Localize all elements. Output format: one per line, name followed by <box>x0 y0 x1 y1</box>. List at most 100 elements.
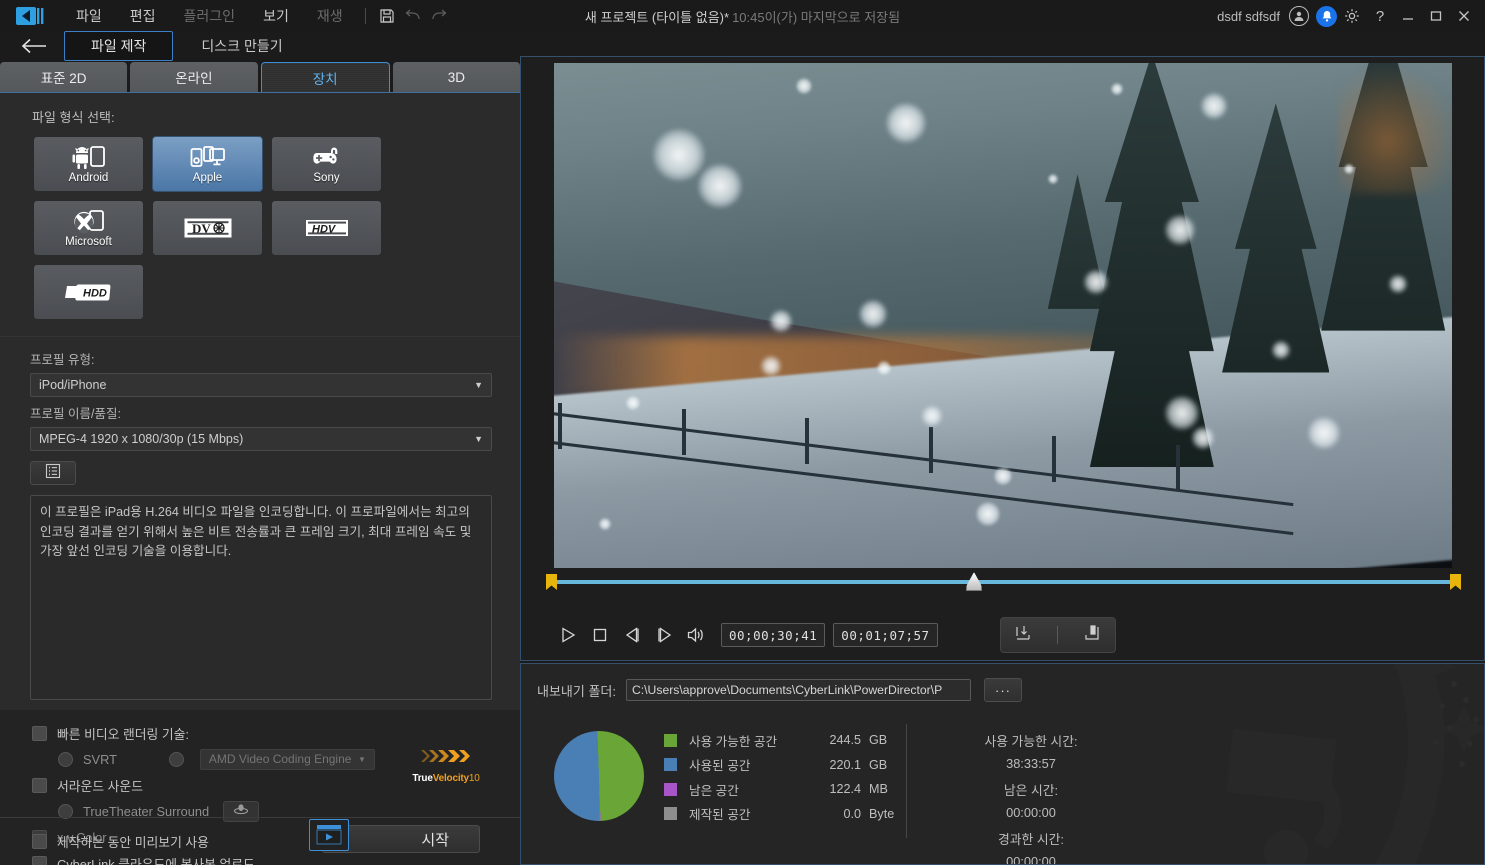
format-button-hdv[interactable]: HDV <box>271 200 382 256</box>
play-icon[interactable] <box>553 620 583 650</box>
stats-divider <box>906 724 907 838</box>
legend-row-remaining: 남은 공간 122.4 MB <box>664 777 894 802</box>
close-button[interactable] <box>1451 3 1477 29</box>
redo-icon[interactable] <box>426 5 452 27</box>
menu-item-file[interactable]: 파일 <box>62 2 116 30</box>
create-disc-link[interactable]: 디스크 만들기 <box>201 36 282 56</box>
user-name: dsdf sdfsdf <box>1217 8 1280 24</box>
next-frame-icon[interactable] <box>649 620 679 650</box>
fast-render-checkbox[interactable] <box>32 725 47 741</box>
volume-icon[interactable] <box>681 620 711 650</box>
format-button-sony[interactable]: Sony <box>271 136 382 192</box>
browse-folder-button[interactable]: ··· <box>983 678 1022 702</box>
legend-swatch-remaining <box>664 782 677 796</box>
format-button-android[interactable]: Android <box>33 136 144 192</box>
menu-item-edit[interactable]: 편집 <box>116 2 170 30</box>
export-folder-input[interactable]: C:\Users\approve\Documents\CyberLink\Pow… <box>625 679 971 701</box>
timeline-scrubber[interactable] <box>546 571 1461 593</box>
preview-pane: 00;00;30;41 00;01;07;57 <box>520 56 1485 661</box>
truevelocity-text: TrueVelocity10 <box>408 773 484 784</box>
truevelocity-num: 10 <box>468 773 480 784</box>
svg-text:DV: DV <box>192 221 211 236</box>
legend-swatch-free <box>664 733 677 747</box>
tab-standard-2d[interactable]: 표준 2D <box>0 62 128 92</box>
gamepad-icon <box>308 145 346 171</box>
profile-section: 프로필 유형: iPod/iPhone ▼ 프로필 이름/품질: MPEG-4 … <box>0 336 520 710</box>
chevron-down-icon: ▼ <box>474 380 483 390</box>
stop-icon[interactable] <box>585 620 615 650</box>
start-button[interactable]: 시작 <box>309 819 480 853</box>
legend-swatch-used <box>664 758 677 772</box>
menu-bar: 파일 편집 플러그인 보기 재생 <box>62 2 452 30</box>
tab-online[interactable]: 온라인 <box>130 62 258 92</box>
scrub-track[interactable] <box>554 580 1452 584</box>
produce-file-button[interactable]: 파일 제작 <box>64 31 174 61</box>
mark-in-handle[interactable] <box>546 574 557 590</box>
surround-checkbox[interactable] <box>32 777 47 793</box>
profile-detail-button[interactable] <box>30 461 76 485</box>
preview-during-checkbox[interactable] <box>32 834 47 849</box>
chevron-down-icon: ▼ <box>357 754 366 764</box>
titlebar-right-group: dsdf sdfsdf ? <box>1217 0 1477 32</box>
menu-divider <box>364 8 366 24</box>
app-logo-icon <box>16 5 46 27</box>
format-button-dv[interactable]: DV <box>152 200 263 256</box>
apple-device-icon <box>190 145 226 171</box>
start-button-label: 시작 <box>421 831 449 849</box>
truevelocity-logo: TrueVelocity10 <box>408 748 484 784</box>
mark-in-icon[interactable] <box>1013 623 1033 648</box>
video-preview[interactable] <box>554 63 1452 568</box>
format-heading: 파일 형식 선택: <box>32 110 115 125</box>
legend-value-produced: 0.0 <box>843 806 861 821</box>
account-icon[interactable] <box>1289 6 1309 26</box>
legend-value-free: 244.5 <box>829 733 861 748</box>
profile-name-select[interactable]: MPEG-4 1920 x 1080/30p (15 Mbps) ▼ <box>30 427 492 451</box>
decorative-watermark <box>1214 664 1484 864</box>
menu-item-view[interactable]: 보기 <box>249 2 303 30</box>
current-timecode[interactable]: 00;00;30;41 <box>721 623 826 647</box>
menu-item-plugin[interactable]: 플러그인 <box>170 2 250 30</box>
xbox-icon <box>72 209 106 235</box>
tab-3d[interactable]: 3D <box>392 62 520 92</box>
help-icon[interactable]: ? <box>1367 3 1393 29</box>
preview-during-row[interactable]: 제작하는 동안 미리보기 사용 <box>0 829 209 855</box>
undo-icon[interactable] <box>400 5 426 27</box>
legend-name-remaining: 남은 공간 <box>689 783 739 798</box>
back-arrow-icon[interactable] <box>12 32 56 60</box>
mark-out-icon[interactable] <box>1082 623 1102 648</box>
hwencoder-radio[interactable] <box>168 751 184 767</box>
save-icon[interactable] <box>374 5 400 27</box>
format-button-microsoft[interactable]: Microsoft <box>33 200 144 256</box>
fast-render-label: 빠른 비디오 랜더링 기술: <box>57 726 189 742</box>
minimize-button[interactable] <box>1395 3 1421 29</box>
format-label-microsoft: Microsoft <box>65 235 112 248</box>
fast-render-row[interactable]: 빠른 비디오 랜더링 기술: <box>0 720 520 746</box>
project-title-name: 새 프로젝트 (타이틀 없음)* <box>584 9 730 25</box>
tab-device[interactable]: 장치 <box>260 62 390 92</box>
svrt-label: SVRT <box>83 751 117 767</box>
notification-bell-icon[interactable] <box>1316 5 1337 27</box>
preview-during-label: 제작하는 동안 미리보기 사용 <box>57 835 209 850</box>
prev-frame-icon[interactable] <box>617 620 647 650</box>
hdd-icon: HDD <box>63 279 115 305</box>
profile-type-select[interactable]: iPod/iPhone ▼ <box>30 373 492 397</box>
elapsed-time-value: 00:00:00 <box>1006 854 1056 865</box>
format-button-apple[interactable]: Apple <box>152 136 263 192</box>
menu-item-play[interactable]: 재생 <box>303 2 357 30</box>
hwencoder-select[interactable]: AMD Video Coding Engine ▼ <box>199 748 375 770</box>
svg-text:HDV: HDV <box>312 224 337 236</box>
settings-gear-icon[interactable] <box>1339 3 1365 29</box>
android-device-icon <box>72 145 106 171</box>
mark-out-handle[interactable] <box>1450 574 1461 590</box>
svrt-radio[interactable] <box>58 751 73 767</box>
app-window: 파일 편집 플러그인 보기 재생 새 프로젝트 (타이틀 없음)* 10:45이… <box>0 0 1485 865</box>
format-button-hdd[interactable]: HDD <box>33 264 144 320</box>
video-frame-image <box>554 63 1452 568</box>
mark-buttons-group <box>999 617 1116 653</box>
remaining-time-value: 00:00:00 <box>1006 805 1056 820</box>
legend-swatch-produced <box>664 807 677 821</box>
maximize-button[interactable] <box>1423 3 1449 29</box>
profile-type-label: 프로필 유형: <box>30 353 95 367</box>
total-timecode[interactable]: 00;01;07;57 <box>833 623 938 647</box>
profile-detail-icon <box>45 463 61 484</box>
